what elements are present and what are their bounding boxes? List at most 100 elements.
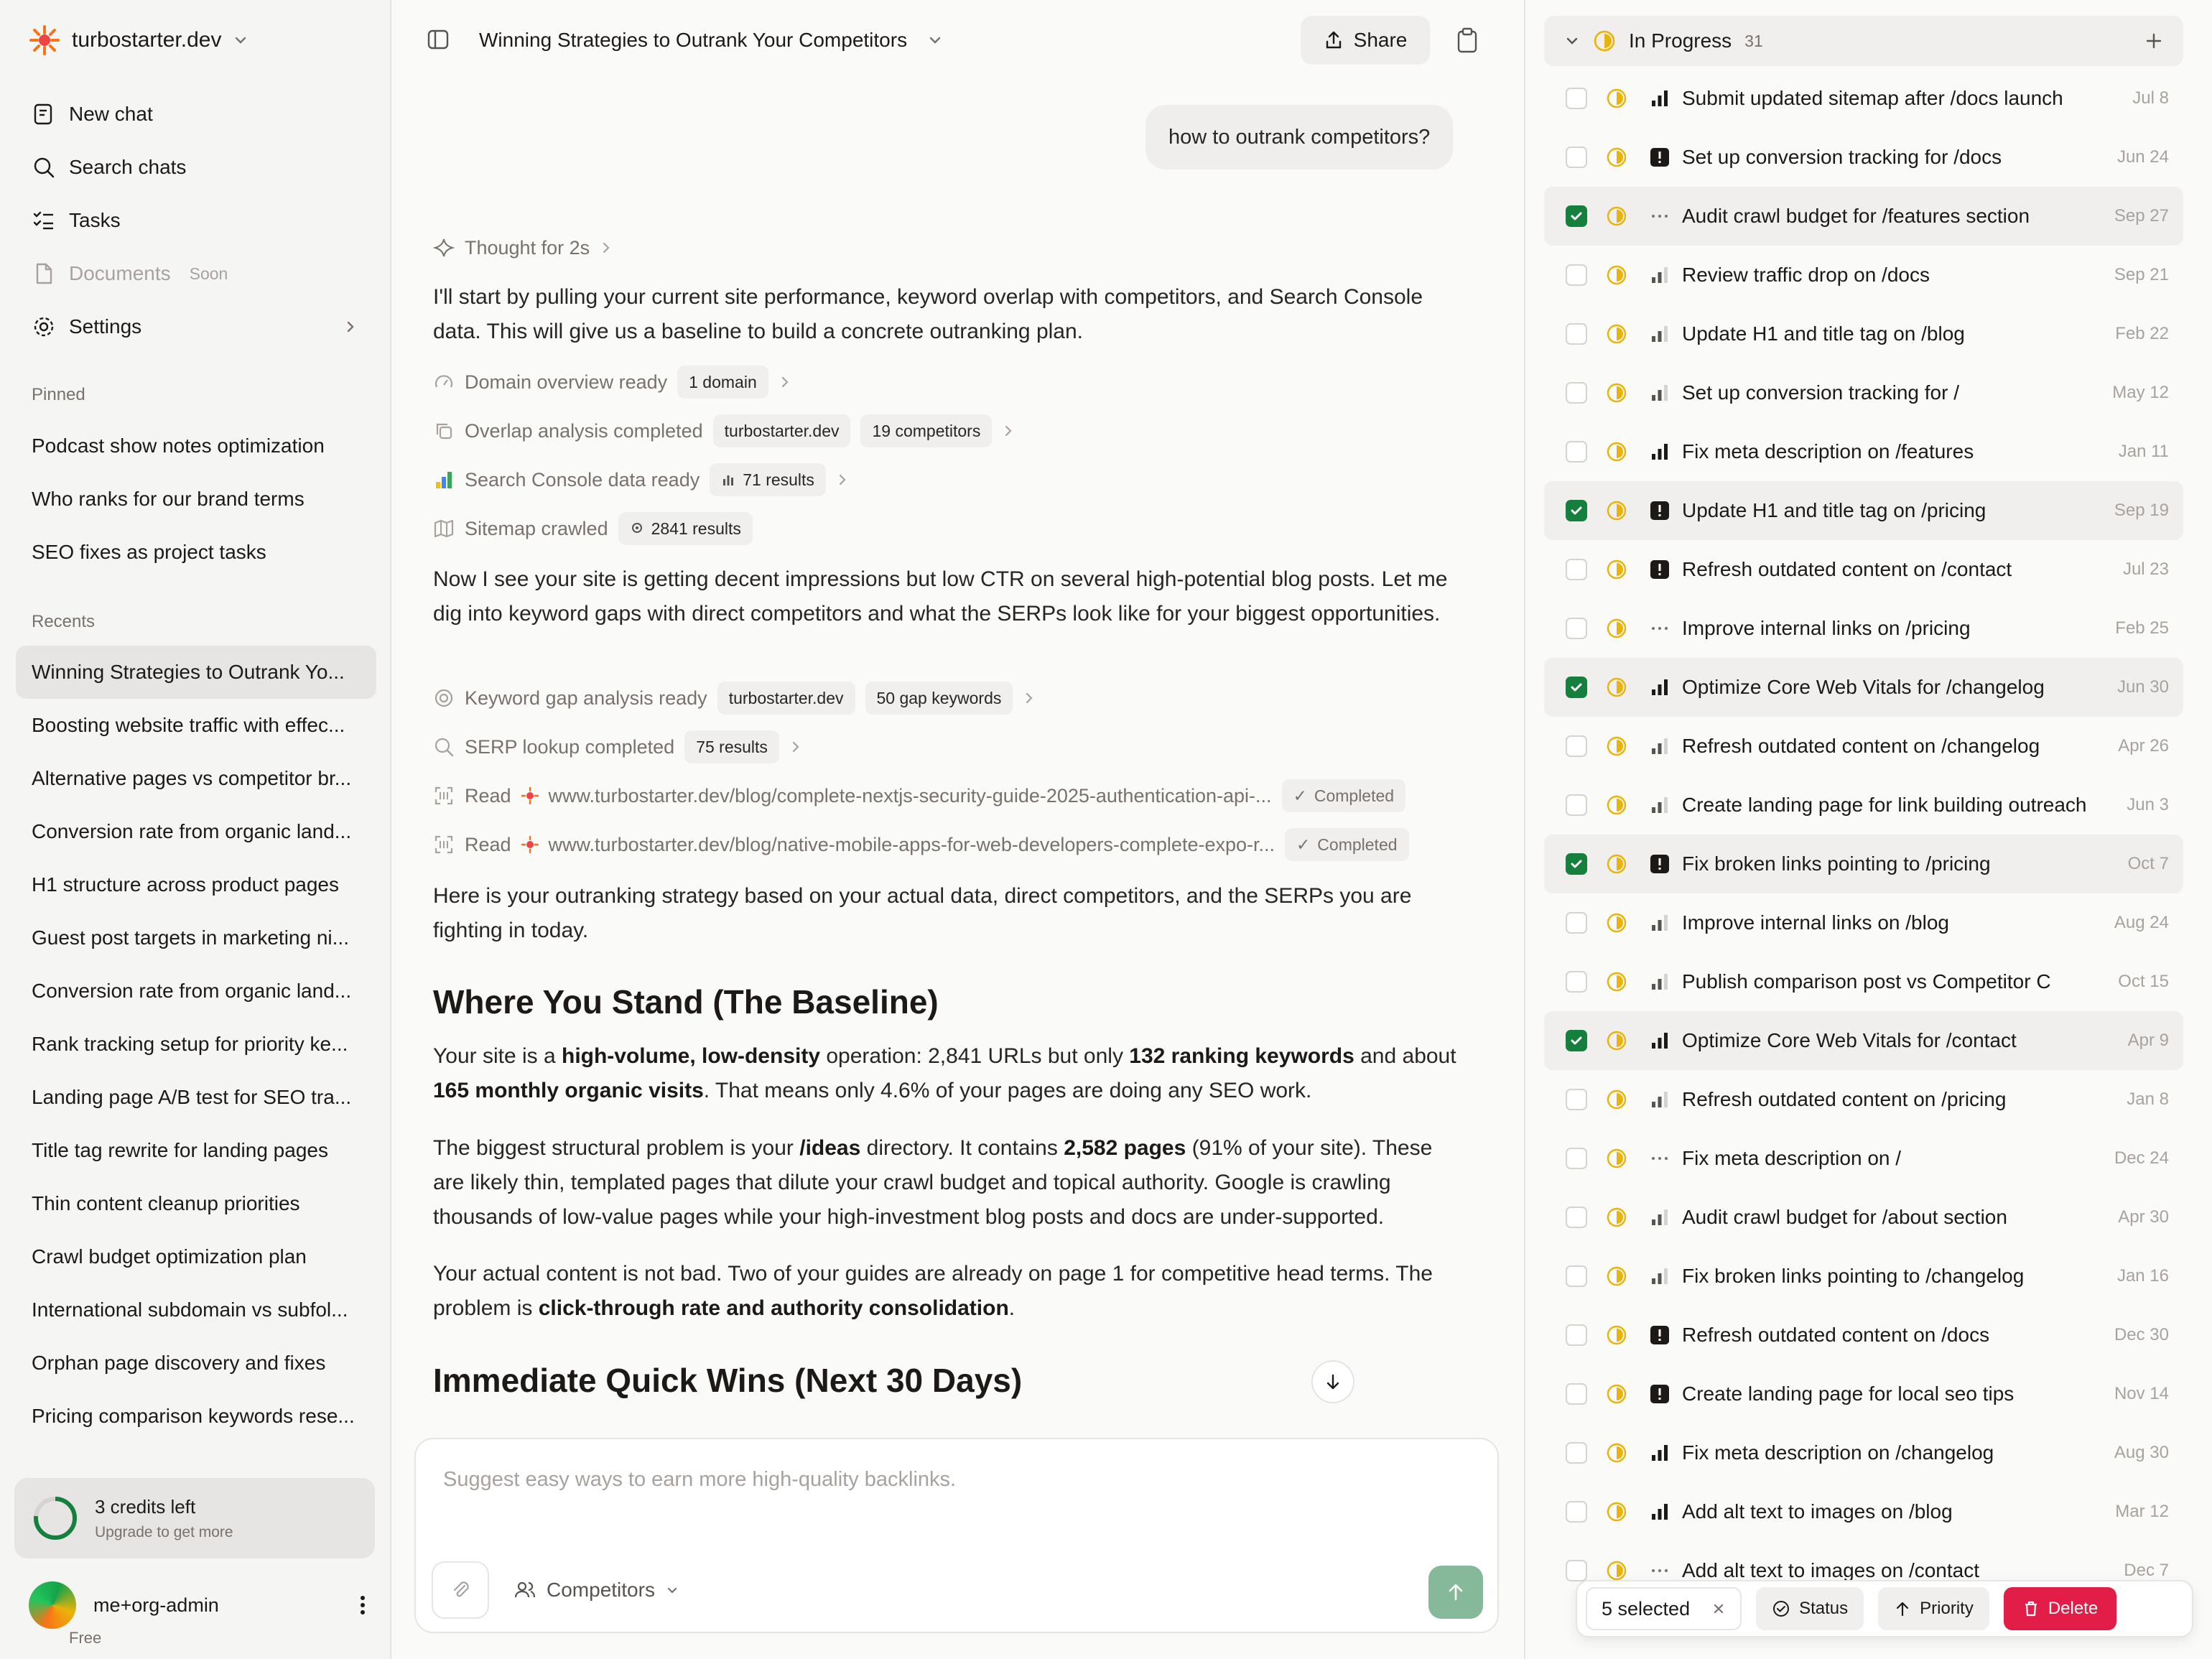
task-row[interactable]: Optimize Core Web Vitals for /contact Apr… [1544, 1011, 2183, 1070]
in-progress-icon[interactable] [1606, 382, 1627, 404]
recent-chat[interactable]: Orphan page discovery and fixes [16, 1337, 376, 1390]
read-tool-call[interactable]: Read www.turbostarter.dev/blog/complete-… [433, 778, 1406, 814]
task-row[interactable]: Update H1 and title tag on /blog Feb 22 [1544, 305, 2183, 363]
task-row[interactable]: Set up conversion tracking for / May 12 [1544, 363, 2183, 422]
priority-high-icon[interactable] [1648, 1500, 1672, 1524]
recent-chat[interactable]: Alternative pages vs competitor br... [16, 752, 376, 805]
recent-chat[interactable]: International subdomain vs subfol... [16, 1283, 376, 1337]
more-vertical-icon[interactable] [359, 1594, 366, 1616]
priority-medium-icon[interactable] [1648, 911, 1672, 935]
priority-urgent-icon[interactable] [1648, 1382, 1672, 1406]
priority-urgent-icon[interactable] [1648, 498, 1672, 523]
priority-urgent-icon[interactable] [1648, 1323, 1672, 1347]
in-progress-icon[interactable] [1606, 1501, 1627, 1523]
in-progress-icon[interactable] [1606, 853, 1627, 875]
task-row[interactable]: Create landing page for local seo tips No… [1544, 1365, 2183, 1423]
task-row[interactable]: Fix meta description on /changelog Aug 30 [1544, 1423, 2183, 1482]
recent-chat[interactable]: Thin content cleanup priorities [16, 1177, 376, 1230]
attach-button[interactable] [432, 1561, 489, 1619]
task-checkbox[interactable] [1566, 1383, 1587, 1405]
task-row[interactable]: Audit crawl budget for /features section… [1544, 187, 2183, 246]
priority-medium-icon[interactable] [1648, 322, 1672, 346]
in-progress-icon[interactable] [1606, 559, 1627, 580]
in-progress-icon[interactable] [1606, 735, 1627, 757]
task-checkbox[interactable] [1566, 794, 1587, 816]
task-checkbox[interactable] [1566, 618, 1587, 639]
in-progress-icon[interactable] [1606, 1030, 1627, 1051]
task-checkbox[interactable] [1566, 147, 1587, 168]
tool-call[interactable]: Domain overview ready 1 domain [433, 364, 791, 400]
priority-urgent-icon[interactable] [1648, 145, 1672, 169]
task-checkbox[interactable] [1566, 323, 1587, 345]
recent-chat[interactable]: Title tag rewrite for landing pages [16, 1124, 376, 1177]
task-row[interactable]: Fix broken links pointing to /pricing Oct… [1544, 835, 2183, 893]
task-row[interactable]: Create landing page for link building ou… [1544, 776, 2183, 835]
in-progress-icon[interactable] [1606, 794, 1627, 816]
pinned-chat[interactable]: Podcast show notes optimization [16, 419, 376, 473]
task-checkbox[interactable] [1566, 1501, 1587, 1523]
priority-button[interactable]: Priority [1878, 1587, 1989, 1630]
priority-high-icon[interactable] [1648, 675, 1672, 700]
priority-medium-icon[interactable] [1648, 1087, 1672, 1112]
add-task-icon[interactable] [2144, 32, 2163, 50]
in-progress-icon[interactable] [1606, 264, 1627, 286]
task-row[interactable]: Update H1 and title tag on /pricing Sep 1… [1544, 481, 2183, 540]
task-row[interactable]: Fix broken links pointing to /changelog J… [1544, 1247, 2183, 1306]
sidebar-item-new-chat[interactable]: New chat [16, 88, 376, 141]
task-checkbox[interactable] [1566, 1207, 1587, 1228]
scroll-to-bottom-button[interactable] [1311, 1360, 1354, 1403]
status-button[interactable]: Status [1756, 1587, 1864, 1630]
in-progress-icon[interactable] [1606, 205, 1627, 227]
task-row[interactable]: Refresh outdated content on /docs Dec 30 [1544, 1306, 2183, 1365]
recent-chat[interactable]: H1 structure across product pages [16, 858, 376, 911]
priority-urgent-icon[interactable] [1648, 557, 1672, 582]
in-progress-icon[interactable] [1606, 323, 1627, 345]
sidebar-toggle-icon[interactable] [426, 27, 450, 52]
task-checkbox[interactable] [1566, 382, 1587, 404]
priority-none-icon[interactable] [1648, 204, 1672, 228]
priority-medium-icon[interactable] [1648, 970, 1672, 994]
delete-button[interactable]: Delete [2003, 1587, 2117, 1630]
task-checkbox[interactable] [1566, 971, 1587, 993]
in-progress-icon[interactable] [1606, 1560, 1627, 1581]
recent-chat[interactable]: Boosting website traffic with effec... [16, 699, 376, 752]
priority-medium-icon[interactable] [1648, 1205, 1672, 1230]
task-row[interactable]: Improve internal links on /pricing Feb 25 [1544, 599, 2183, 658]
in-progress-icon[interactable] [1606, 1148, 1627, 1169]
task-checkbox[interactable] [1566, 1089, 1587, 1110]
task-checkbox[interactable] [1566, 1560, 1587, 1581]
thought-toggle[interactable]: Thought for 2s [433, 230, 613, 266]
priority-medium-icon[interactable] [1648, 381, 1672, 405]
recent-chat[interactable]: Pricing comparison keywords rese... [16, 1390, 376, 1443]
priority-high-icon[interactable] [1648, 1028, 1672, 1053]
in-progress-icon[interactable] [1606, 88, 1627, 109]
user-menu[interactable]: me+org-admin Free [29, 1580, 366, 1647]
in-progress-icon[interactable] [1606, 1265, 1627, 1287]
task-checkbox[interactable] [1566, 912, 1587, 934]
task-row[interactable]: Fix meta description on /features Jan 11 [1544, 422, 2183, 481]
priority-none-icon[interactable] [1648, 1146, 1672, 1171]
recent-chat[interactable]: Landing page A/B test for SEO tra... [16, 1071, 376, 1124]
task-row[interactable]: Publish comparison post vs Competitor C O… [1544, 952, 2183, 1011]
task-checkbox[interactable] [1566, 500, 1587, 521]
composer[interactable]: Suggest easy ways to earn more high-qual… [414, 1438, 1499, 1633]
task-checkbox[interactable] [1566, 677, 1587, 698]
task-row[interactable]: Add alt text to images on /blog Mar 12 [1544, 1482, 2183, 1541]
task-checkbox[interactable] [1566, 88, 1587, 109]
recent-chat[interactable]: Conversion rate from organic land... [16, 805, 376, 858]
task-row[interactable]: Refresh outdated content on /contact Jul … [1544, 540, 2183, 599]
priority-medium-icon[interactable] [1648, 263, 1672, 287]
sidebar-item-settings[interactable]: Settings [16, 300, 376, 353]
in-progress-icon[interactable] [1606, 912, 1627, 934]
in-progress-icon[interactable] [1606, 618, 1627, 639]
tool-call[interactable]: Overlap analysis completed turbostarter.… [433, 413, 1015, 449]
task-checkbox[interactable] [1566, 735, 1587, 757]
in-progress-icon[interactable] [1606, 1089, 1627, 1110]
credits-card[interactable]: 3 credits left Upgrade to get more [14, 1478, 375, 1558]
task-checkbox[interactable] [1566, 1442, 1587, 1464]
task-checkbox[interactable] [1566, 1324, 1587, 1346]
task-checkbox[interactable] [1566, 1148, 1587, 1169]
task-row[interactable]: Fix meta description on / Dec 24 [1544, 1129, 2183, 1188]
task-checkbox[interactable] [1566, 853, 1587, 875]
chat-title-menu[interactable]: Winning Strategies to Outrank Your Compe… [479, 13, 943, 68]
